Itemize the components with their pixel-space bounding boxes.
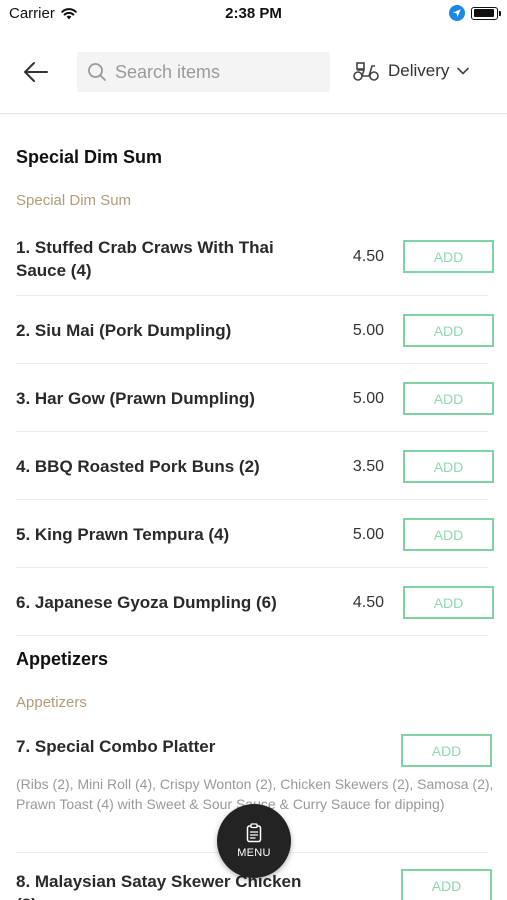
battery-level (473, 9, 495, 17)
add-button[interactable]: ADD (403, 518, 494, 551)
menu-label: MENU (237, 847, 271, 859)
delivery-label: Delivery (388, 61, 450, 80)
add-button[interactable]: ADD (403, 586, 494, 619)
scooter-icon (353, 62, 379, 81)
menu-list[interactable]: Special Dim Sum Special Dim Sum 1. Stuff… (0, 115, 507, 900)
item-name: 8. Malaysian Satay Skewer Chicken (2) (16, 872, 302, 900)
item-price: 5.00 (352, 322, 384, 339)
section-subtitle: Special Dim Sum (16, 192, 132, 209)
menu-item[interactable]: 4. BBQ Roasted Pork Buns (2) 3.50 ADD (16, 432, 494, 500)
section-title: Special Dim Sum (16, 147, 163, 167)
menu-item[interactable]: 2. Siu Mai (Pork Dumpling) 5.00 ADD (16, 296, 494, 364)
status-time: 2:38 PM (225, 5, 282, 22)
status-right (449, 5, 501, 21)
item-price: 4.50 (352, 248, 384, 265)
search-box[interactable] (77, 52, 330, 92)
menu-clipboard-icon (246, 823, 262, 843)
restaurant-menu-screen: Carrier 2:38 PM Search items Delivery Sp… (0, 0, 507, 900)
battery-icon (471, 6, 501, 20)
item-price: 5.00 (352, 526, 384, 543)
back-button[interactable] (20, 56, 52, 88)
status-bar: Carrier 2:38 PM (0, 0, 507, 30)
location-arrow-icon (449, 5, 465, 21)
section-title: Appetizers (16, 649, 109, 669)
item-price: 3.50 (352, 458, 384, 475)
chevron-down-icon (457, 67, 470, 75)
menu-item[interactable]: 1. Stuffed Crab Craws With Thai Sauce (4… (16, 223, 494, 296)
item-price: 4.50 (352, 594, 384, 611)
item-name: 3. Har Gow (Prawn Dumpling) (16, 389, 255, 408)
item-name: 5. King Prawn Tempura (4) (16, 525, 230, 544)
item-name: 4. BBQ Roasted Pork Buns (2) (16, 457, 260, 476)
item-name: 1. Stuffed Crab Craws With Thai Sauce (4… (16, 238, 274, 280)
item-name: 6. Japanese Gyoza Dumpling (6) (16, 593, 277, 612)
add-button[interactable]: ADD (401, 734, 492, 767)
menu-item[interactable]: 3. Har Gow (Prawn Dumpling) 5.00 ADD (16, 364, 494, 432)
section-subtitle: Appetizers (16, 694, 87, 711)
add-button[interactable]: ADD (403, 240, 494, 273)
item-name: 2. Siu Mai (Pork Dumpling) (16, 321, 232, 340)
menu-item[interactable]: 6. Japanese Gyoza Dumpling (6) 4.50 ADD (16, 568, 494, 636)
item-name: 7. Special Combo Platter (16, 737, 216, 756)
menu-item[interactable]: 5. King Prawn Tempura (4) 5.00 ADD (16, 500, 494, 568)
header: Delivery (0, 30, 507, 114)
delivery-selector[interactable]: Delivery (352, 60, 470, 82)
search-input[interactable] (115, 61, 325, 83)
add-button[interactable]: ADD (401, 869, 492, 900)
search-icon (88, 63, 106, 81)
item-price: 5.00 (352, 390, 384, 407)
add-button[interactable]: ADD (403, 450, 494, 483)
back-arrow-icon (24, 62, 48, 82)
add-button[interactable]: ADD (403, 314, 494, 347)
menu-button[interactable]: MENU (217, 804, 291, 878)
add-button[interactable]: ADD (403, 382, 494, 415)
